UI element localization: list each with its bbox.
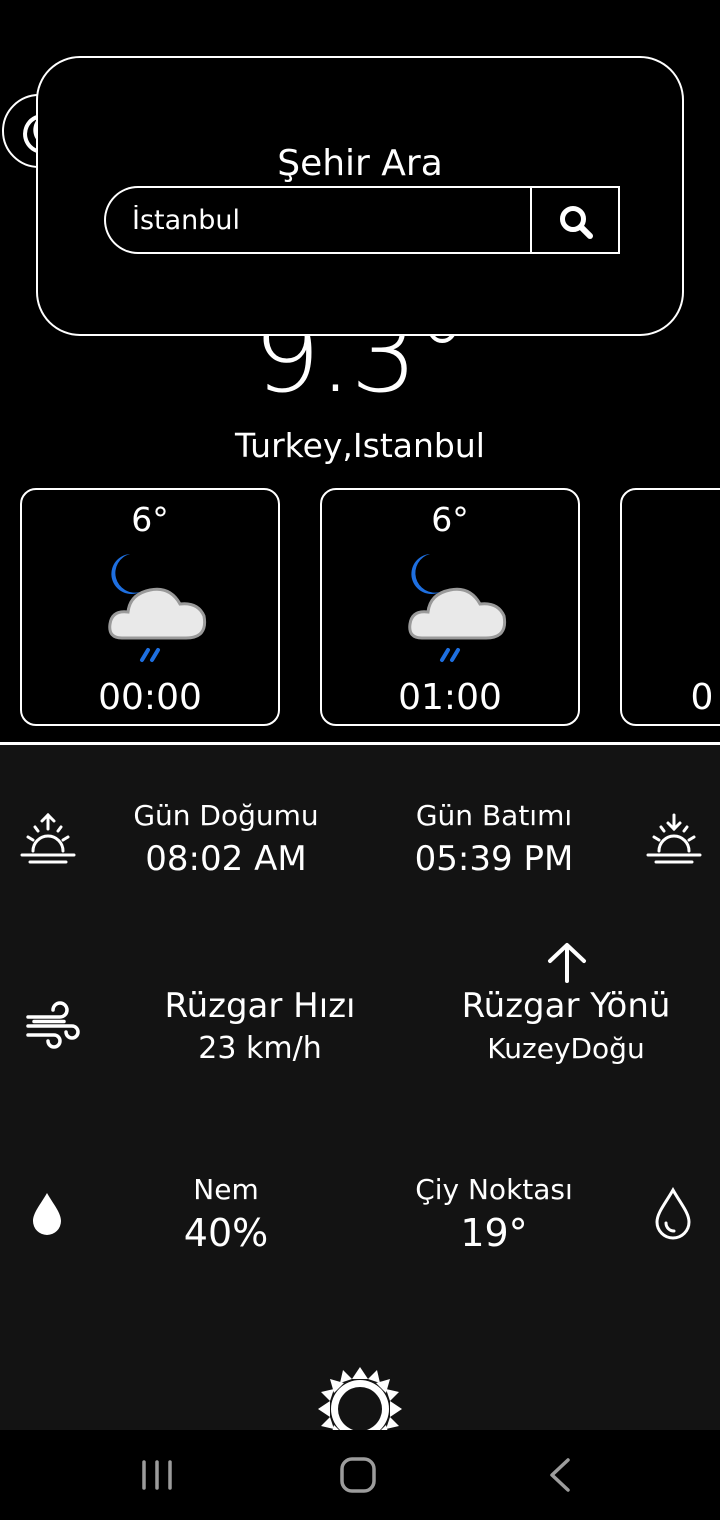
water-drop-filled-icon <box>33 1193 61 1235</box>
sunset-icon <box>646 813 702 864</box>
sunrise-icon <box>20 812 76 864</box>
wind-direction-label: Rüzgar Yönü <box>461 986 671 1026</box>
search-icon <box>560 206 593 239</box>
city-search-dialog: Şehir Ara <box>36 56 684 336</box>
search-title: Şehir Ara <box>277 143 443 184</box>
night-rain-cloud-icon <box>408 554 507 662</box>
weather-details-section: Gün Doğumu 08:02 AM Gün Batımı 05:39 PM … <box>0 745 720 1430</box>
sunset-value: 05:39 PM <box>414 839 574 879</box>
night-rain-cloud-icon <box>108 554 207 662</box>
hourly-time: 0 <box>690 677 714 718</box>
location-label: Turkey,Istanbul <box>235 426 485 465</box>
sunrise-label: Gün Doğumu <box>133 799 319 832</box>
sunset-label: Gün Batımı <box>415 799 573 832</box>
water-drop-outline-icon <box>655 1187 691 1240</box>
wind-speed-label: Rüzgar Hızı <box>164 986 356 1026</box>
sunrise-value: 08:02 AM <box>145 839 307 879</box>
sun-icon[interactable] <box>316 1365 404 1430</box>
arrow-up-icon <box>548 943 586 983</box>
system-navigation-bar <box>0 1430 720 1520</box>
hourly-time: 00:00 <box>98 677 202 718</box>
wind-speed-value: 23 km/h <box>198 1031 322 1066</box>
humidity-label: Nem <box>193 1173 259 1206</box>
hourly-card[interactable]: 6° 00:00 <box>20 488 280 726</box>
back-icon[interactable] <box>546 1457 574 1493</box>
dew-point-label: Çiy Noktası <box>415 1173 573 1206</box>
hourly-forecast-list[interactable]: 6° 00:00 6° 01:00 0 <box>0 488 720 728</box>
city-search-input[interactable] <box>104 186 532 254</box>
humidity-value: 40% <box>183 1211 269 1255</box>
wind-direction-value: KuzeyDoğu <box>487 1032 645 1065</box>
hourly-card[interactable]: 6° 01:00 <box>320 488 580 726</box>
recent-apps-icon[interactable] <box>140 1458 174 1492</box>
hourly-card[interactable]: 0 <box>620 488 720 726</box>
hourly-temperature: 6° <box>431 500 469 539</box>
search-button[interactable] <box>530 186 620 254</box>
hourly-time: 01:00 <box>398 677 502 718</box>
hourly-temperature: 6° <box>131 500 169 539</box>
wind-icon <box>26 1001 80 1049</box>
dew-point-value: 19° <box>460 1211 528 1255</box>
home-icon[interactable] <box>338 1455 378 1495</box>
